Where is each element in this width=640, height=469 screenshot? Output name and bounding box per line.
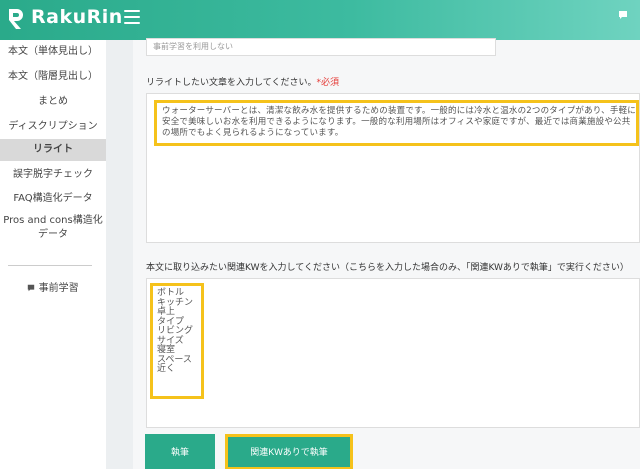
required-mark: *必須	[316, 78, 339, 88]
rewrite-text-highlight: ウォーターサーバーとは、清潔な飲み水を提供するための装置です。一般的には冷水と温…	[154, 100, 639, 146]
rakurin-logo-icon	[9, 9, 23, 29]
rewrite-text-input[interactable]: ウォーターサーバーとは、清潔な飲み水を提供するための装置です。一般的には冷水と温…	[146, 93, 640, 243]
prelearning-select[interactable]: 事前学習を利用しない	[146, 38, 496, 56]
keyword-input[interactable]: ボトル キッチン 卓上 タイプ リビング サイズ 寝室 スペース 近く	[146, 278, 640, 428]
sidebar-item-summary[interactable]: まとめ	[0, 91, 106, 113]
keyword-highlight: ボトル キッチン 卓上 タイプ リビング サイズ 寝室 スペース 近く	[150, 283, 204, 399]
keyword-label: 本文に取り込みたい関連KWを入力してください（こちらを入力した場合のみ、「関連K…	[146, 263, 629, 273]
sidebar-item-body-single[interactable]: 本文（単体見出し）	[0, 41, 106, 63]
rewrite-text-label: リライトしたい文章を入力してください。*必須	[146, 78, 339, 88]
rewrite-text-value: ウォーターサーバーとは、清潔な飲み水を提供するための装置です。一般的には冷水と温…	[162, 106, 636, 138]
chat-icon[interactable]	[618, 10, 628, 20]
run-with-keywords-button[interactable]: 関連KWありで執筆	[225, 434, 353, 469]
sidebar: 本文（単体見出し） 本文（階層見出し） まとめ ディスクリプション リライト 誤…	[0, 40, 106, 469]
sidebar-item-pros-cons-schema[interactable]: Pros and cons構造化データ	[0, 212, 106, 244]
sidebar-item-rewrite[interactable]: リライト	[0, 139, 106, 161]
sidebar-divider	[8, 265, 92, 266]
brand-name: RakuRin	[31, 6, 123, 28]
sidebar-item-typo-check[interactable]: 誤字脱字チェック	[0, 164, 106, 186]
sidebar-item-faq-schema[interactable]: FAQ構造化データ	[0, 188, 106, 210]
keyword-item: 近く	[157, 364, 176, 374]
chat-bubble-icon	[28, 284, 35, 292]
top-bar: RakuRin	[0, 0, 640, 40]
main-content: 事前学習を利用しない リライトしたい文章を入力してください。*必須 ウォーターサ…	[106, 38, 640, 469]
keyword-list: ボトル キッチン 卓上 タイプ リビング サイズ 寝室 スペース 近く	[157, 288, 193, 375]
prelearning-label: 事前学習	[38, 283, 79, 294]
sidebar-item-body-hierarchy[interactable]: 本文（階層見出し）	[0, 66, 106, 88]
run-button[interactable]: 執筆	[145, 434, 215, 469]
rewrite-form-card: 事前学習を利用しない リライトしたい文章を入力してください。*必須 ウォーターサ…	[133, 38, 640, 469]
hamburger-menu-icon[interactable]	[124, 10, 140, 24]
sidebar-item-prelearning[interactable]: 事前学習	[0, 278, 106, 300]
sidebar-item-description[interactable]: ディスクリプション	[0, 116, 106, 138]
